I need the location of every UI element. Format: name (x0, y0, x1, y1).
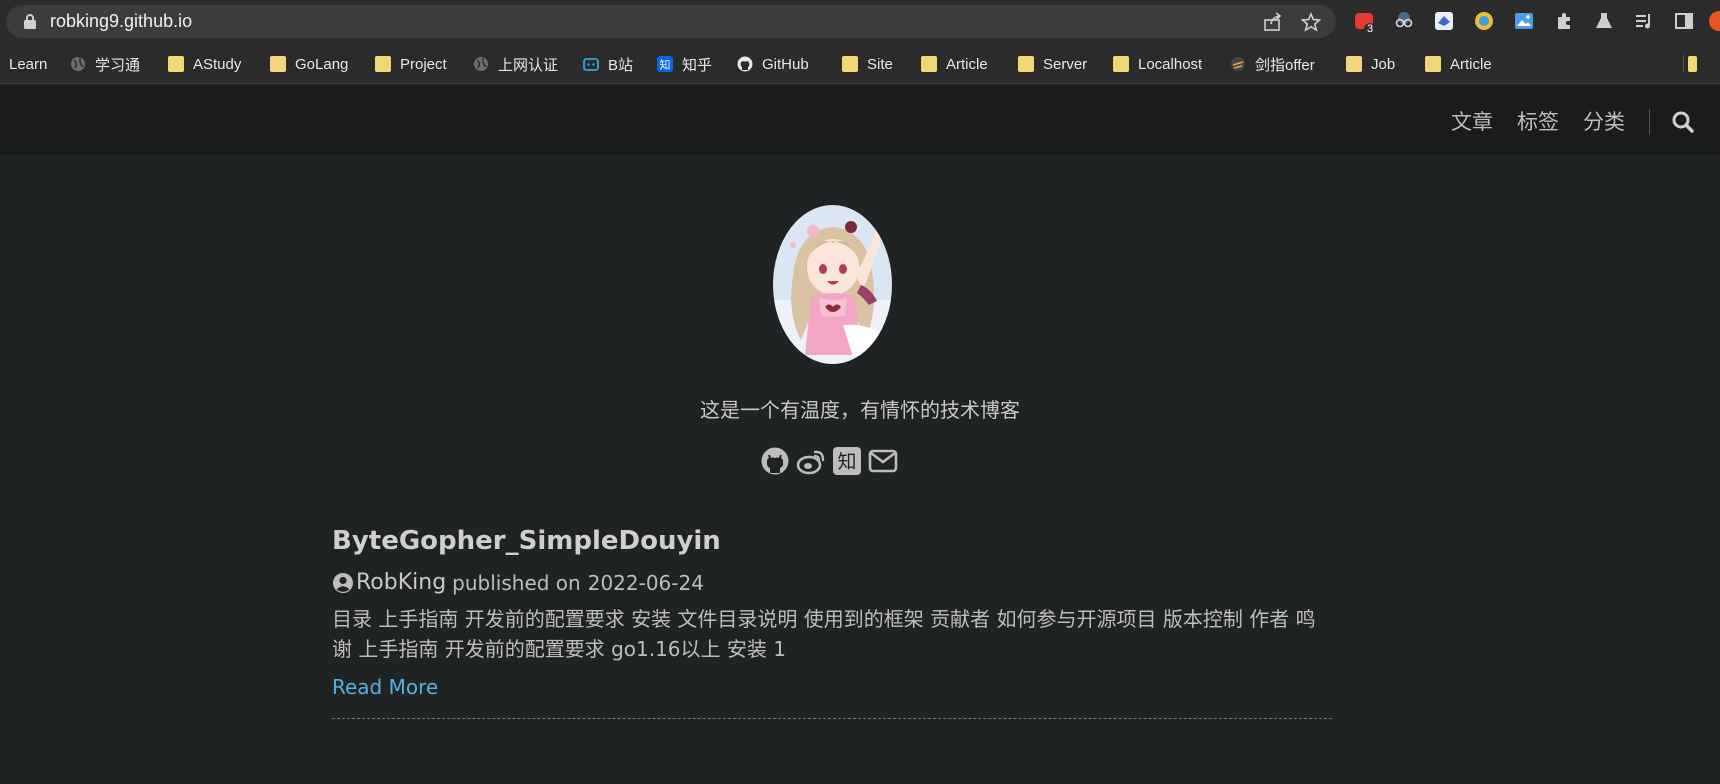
bookmark-xuexitong[interactable]: 学习通 (70, 52, 140, 76)
bilibili-icon (583, 58, 599, 71)
browser-toolbar: robking9.github.io 3 (0, 0, 1720, 44)
post-author: RobKing (356, 570, 447, 595)
address-bar[interactable]: robking9.github.io (6, 5, 1336, 38)
extension-shield-icon[interactable] (1473, 10, 1495, 32)
bookmark-project[interactable]: Project (375, 52, 447, 76)
nav-divider (1649, 109, 1650, 135)
nav-tags[interactable]: 标签 (1517, 106, 1559, 136)
nav-articles[interactable]: 文章 (1451, 106, 1493, 136)
post-divider (332, 718, 1332, 719)
zhihu-icon[interactable]: 知 (832, 446, 862, 476)
bookmark-learn[interactable]: Learn (9, 52, 47, 76)
bookmark-site[interactable]: Site (842, 52, 893, 76)
labs-flask-icon[interactable] (1593, 10, 1615, 32)
bookmark-server[interactable]: Server (1018, 52, 1087, 76)
folder-icon (1113, 56, 1129, 72)
bookmark-article-2[interactable]: Article (1425, 52, 1492, 76)
bookmark-astudy[interactable]: AStudy (168, 52, 241, 76)
bookmark-jianzhi-offer[interactable]: 剑指offer (1230, 52, 1315, 76)
extension-glasses-icon[interactable] (1393, 10, 1415, 32)
zhihu-glyph: 知 (837, 451, 856, 473)
post-title[interactable]: ByteGopher_SimpleDouyin (332, 526, 721, 556)
folder-icon (842, 56, 858, 72)
svg-text:知: 知 (660, 58, 671, 72)
email-icon[interactable] (868, 446, 898, 476)
globe-icon (71, 57, 85, 71)
folder-icon (270, 56, 286, 72)
extension-image-icon[interactable] (1513, 10, 1535, 32)
extension-bird-icon[interactable] (1433, 10, 1455, 32)
bookmark-golang[interactable]: GoLang (270, 52, 348, 76)
nav-categories[interactable]: 分类 (1583, 106, 1625, 136)
zhihu-icon: 知 (657, 56, 673, 72)
globe-icon (474, 57, 488, 71)
folder-icon (1346, 56, 1362, 72)
bookmark-star-icon[interactable] (1301, 12, 1321, 32)
post-date: 2022-06-24 (587, 570, 704, 595)
folder-icon (1018, 56, 1034, 72)
lock-icon (24, 14, 36, 29)
folder-icon (1687, 55, 1697, 72)
profile-avatar-icon[interactable] (1708, 10, 1720, 32)
github-icon (737, 56, 753, 72)
bookmark-github[interactable]: GitHub (737, 52, 809, 76)
folder-icon (375, 56, 391, 72)
bookmark-separator (1683, 55, 1697, 72)
share-icon[interactable] (1263, 12, 1283, 32)
media-playlist-icon[interactable] (1633, 10, 1655, 32)
post-published-prefix: published on (452, 570, 581, 595)
folder-icon (921, 56, 937, 72)
weibo-icon[interactable] (796, 446, 826, 476)
avatar (773, 205, 892, 364)
bookmark-job[interactable]: Job (1346, 52, 1395, 76)
search-icon[interactable] (1671, 110, 1695, 134)
read-more-link[interactable]: Read More (332, 675, 438, 699)
github-icon[interactable] (760, 446, 790, 476)
bookmark-network-auth[interactable]: 上网认证 (473, 52, 558, 76)
url-text: robking9.github.io (50, 11, 193, 31)
side-panel-icon[interactable] (1673, 10, 1695, 32)
bookmark-article[interactable]: Article (921, 52, 988, 76)
folder-icon (1425, 56, 1441, 72)
user-circle-icon (333, 572, 353, 593)
extensions-puzzle-icon[interactable] (1553, 10, 1575, 32)
site-icon (1231, 57, 1245, 71)
folder-icon (168, 56, 184, 72)
post-meta: RobKing published on 2022-06-24 (332, 570, 704, 595)
bookmark-bilibili[interactable]: B站 (583, 52, 633, 76)
bookmark-zhihu[interactable]: 知 知乎 (657, 52, 712, 76)
bookmarks-bar: Learn 学习通 AStudy GoLang Project 上网认证 B站 … (0, 44, 1720, 84)
extension-badge: 3 (1364, 23, 1377, 35)
post-excerpt: 目录 上手指南 开发前的配置要求 安装 文件目录说明 使用到的框架 贡献者 如何… (332, 607, 1316, 661)
site-header: 文章 标签 分类 (0, 85, 1720, 155)
site-tagline: 这是一个有温度，有情怀的技术博客 (700, 398, 1020, 422)
bookmark-localhost[interactable]: Localhost (1113, 52, 1202, 76)
